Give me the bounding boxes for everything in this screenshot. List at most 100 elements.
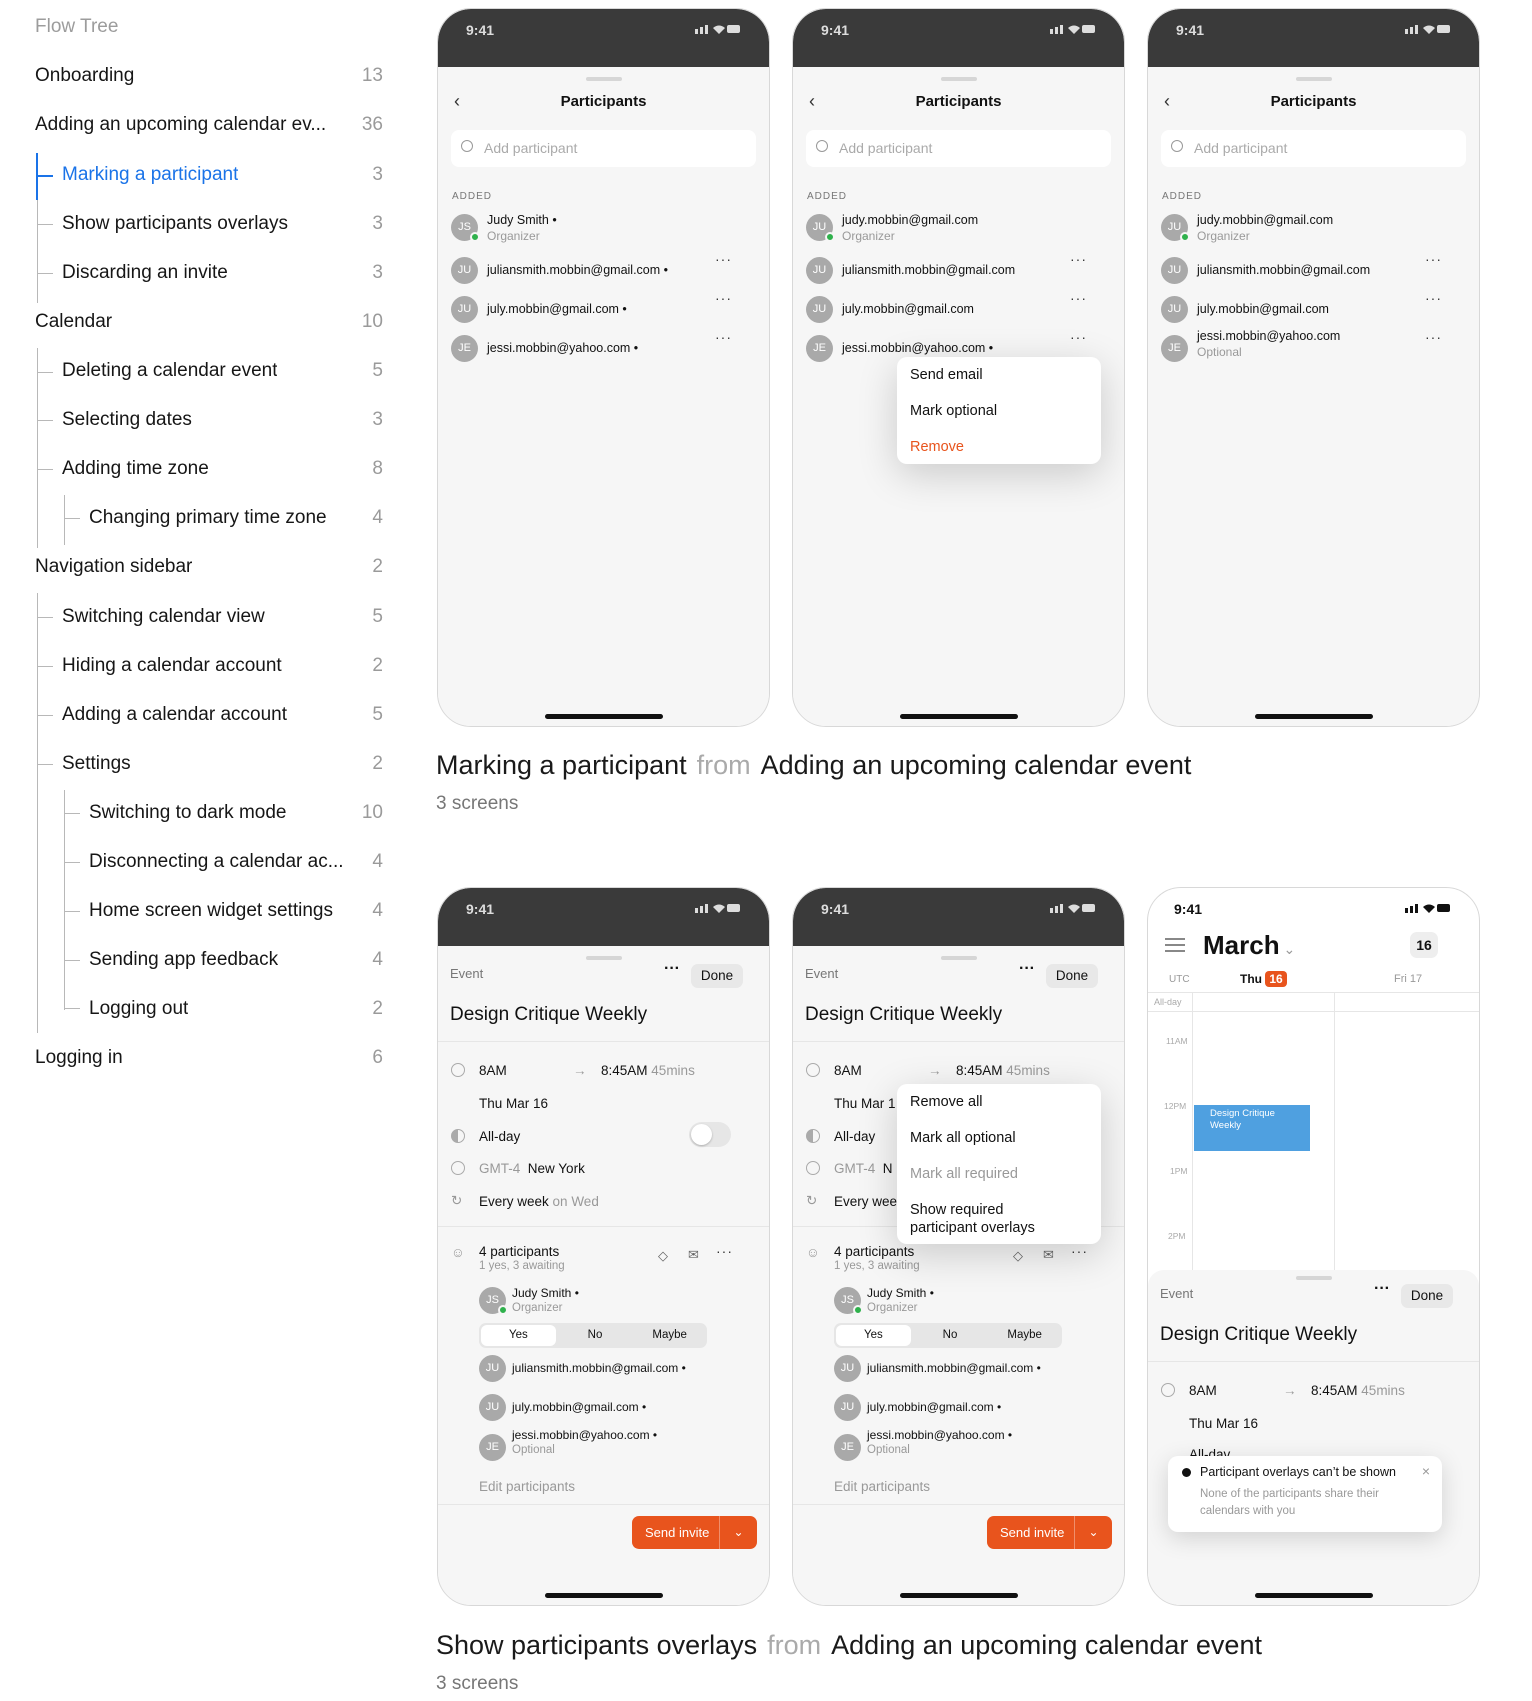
more-icon[interactable]: ··· xyxy=(716,1243,733,1259)
globe-icon xyxy=(806,1161,820,1175)
event-date[interactable]: Thu Mar 16 xyxy=(479,1096,548,1111)
edit-participants-link[interactable]: Edit participants xyxy=(479,1479,575,1494)
rsvp-segmented[interactable]: Yes No Maybe xyxy=(834,1323,1062,1348)
avatar: JU xyxy=(451,296,478,323)
search-input[interactable]: Add participant xyxy=(1161,130,1466,167)
tree-item-hiding-account[interactable]: Hiding a calendar account 2 xyxy=(62,646,383,686)
more-icon[interactable]: ··· xyxy=(1019,960,1035,978)
menu-item-remove-all[interactable]: Remove all xyxy=(910,1094,983,1110)
participant-name: Judy Smith • xyxy=(487,213,557,227)
menu-item-remove[interactable]: Remove xyxy=(910,439,964,455)
participants-count: 4 participants xyxy=(479,1244,560,1259)
menu-item-mark-all-optional[interactable]: Mark all optional xyxy=(910,1130,1016,1146)
done-button[interactable]: Done xyxy=(691,964,743,988)
status-icons xyxy=(695,25,740,34)
layers-icon[interactable]: ◇ xyxy=(658,1248,668,1264)
avatar: JS xyxy=(479,1287,508,1315)
participant-email: jessi.mobbin@yahoo.com • xyxy=(487,341,639,355)
search-icon xyxy=(461,140,473,152)
tree-item-switching-view[interactable]: Switching calendar view 5 xyxy=(62,597,383,637)
menu-item-mark-optional[interactable]: Mark optional xyxy=(910,403,997,419)
phone-screen-participants-2: 9:41 ‹ Participants Add participant ADDE… xyxy=(792,8,1125,727)
clock-icon xyxy=(451,1063,465,1077)
tree-item-logging-in[interactable]: Logging in 6 xyxy=(35,1038,383,1078)
toast-notification: Participant overlays can’t be shown × No… xyxy=(1168,1456,1442,1532)
rsvp-segmented[interactable]: Yes No Maybe xyxy=(479,1323,707,1348)
tree-item-selecting-dates[interactable]: Selecting dates 3 xyxy=(62,400,383,440)
tree-item-dark-mode[interactable]: Switching to dark mode 10 xyxy=(89,793,383,833)
rsvp-maybe[interactable]: Maybe xyxy=(632,1323,707,1348)
menu-item-show-overlays[interactable]: Show required xyxy=(910,1202,1004,1218)
tree-item-navigation-sidebar[interactable]: Navigation sidebar 2 xyxy=(35,547,383,587)
rsvp-no[interactable]: No xyxy=(558,1323,633,1348)
tree-item-adding-event[interactable]: Adding an upcoming calendar ev... 36 xyxy=(35,105,383,145)
more-icon[interactable]: ··· xyxy=(1070,329,1087,345)
mail-icon[interactable]: ✉ xyxy=(688,1247,699,1263)
more-icon[interactable]: ··· xyxy=(1374,1280,1390,1298)
event-title: Design Critique Weekly xyxy=(450,1004,648,1025)
section-caption: Show participants overlays from Adding an … xyxy=(436,1630,1262,1660)
close-icon[interactable]: × xyxy=(1422,1463,1430,1479)
menu-item-send-email[interactable]: Send email xyxy=(910,367,983,383)
send-invite-button[interactable]: Send invite ⌄ xyxy=(987,1516,1112,1549)
avatar: JS xyxy=(451,214,480,242)
repeat[interactable]: Every week on Wed xyxy=(479,1194,599,1209)
tree-item-discarding-invite[interactable]: Discarding an invite 3 xyxy=(62,253,383,293)
more-icon[interactable]: ··· xyxy=(664,960,680,978)
person-icon: ☺ xyxy=(451,1245,465,1260)
tree-item-settings[interactable]: Settings 2 xyxy=(62,744,383,784)
participant-context-menu: Send email Mark optional Remove xyxy=(897,357,1101,464)
tree-item-marking-participant[interactable]: Marking a participant 3 xyxy=(62,155,383,195)
phone-screen-participants-3: 9:41 ‹ Participants Add participant ADDE… xyxy=(1147,8,1480,727)
page-title: Participants xyxy=(915,93,1002,110)
tree-item-widget-settings[interactable]: Home screen widget settings 4 xyxy=(89,891,383,931)
allday-toggle[interactable] xyxy=(689,1122,731,1147)
allday-label: All-day xyxy=(479,1129,521,1144)
participants-options-menu: Remove all Mark all optional Mark all re… xyxy=(897,1084,1101,1244)
search-icon xyxy=(816,140,828,152)
mail-icon[interactable]: ✉ xyxy=(1043,1247,1054,1263)
status-time: 9:41 xyxy=(466,22,495,38)
month-title[interactable]: March ⌄ xyxy=(1203,930,1295,961)
calendar-event[interactable]: Design Critique Weekly xyxy=(1194,1105,1310,1151)
send-invite-button[interactable]: Send invite ⌄ xyxy=(632,1516,757,1549)
timezone[interactable]: GMT-4 New York xyxy=(479,1161,585,1176)
today-button[interactable]: 16 xyxy=(1410,932,1438,958)
more-icon[interactable]: ··· xyxy=(1070,251,1087,267)
phone-screen-participants-1: 9:41 ‹ Participants Add participant ADDE… xyxy=(437,8,770,727)
phone-screen-event-2: 9:41 Event ··· Done Design Critique Week… xyxy=(792,887,1125,1606)
tree-item-logging-out[interactable]: Logging out 2 xyxy=(89,989,383,1029)
phone-screen-event-1: 9:41 Event ··· Done Design Critique Week… xyxy=(437,887,770,1606)
more-icon[interactable]: ··· xyxy=(1425,290,1442,306)
search-input[interactable]: Add participant xyxy=(806,130,1111,167)
end-time[interactable]: 8:45AM xyxy=(601,1063,648,1078)
more-icon[interactable]: ··· xyxy=(715,290,732,306)
tree-item-changing-time-zone[interactable]: Changing primary time zone 4 xyxy=(89,498,383,538)
tree-item-deleting-event[interactable]: Deleting a calendar event 5 xyxy=(62,351,383,391)
search-input[interactable]: Add participant xyxy=(451,130,756,167)
layers-icon[interactable]: ◇ xyxy=(1013,1248,1023,1264)
more-icon[interactable]: ··· xyxy=(1071,1243,1088,1259)
tree-item-adding-time-zone[interactable]: Adding time zone 8 xyxy=(62,449,383,489)
tree-item-disconnecting[interactable]: Disconnecting a calendar ac... 4 xyxy=(89,842,383,882)
section-caption: Marking a participant from Adding an upcom… xyxy=(436,750,1192,780)
arrow-right-icon: → xyxy=(573,1063,587,1078)
more-icon[interactable]: ··· xyxy=(715,251,732,267)
more-icon[interactable]: ··· xyxy=(1425,251,1442,267)
tree-item-adding-account[interactable]: Adding a calendar account 5 xyxy=(62,695,383,735)
menu-icon[interactable] xyxy=(1165,938,1185,952)
tree-item-feedback[interactable]: Sending app feedback 4 xyxy=(89,940,383,980)
tree-item-onboarding[interactable]: Onboarding 13 xyxy=(35,56,383,96)
tree-item-calendar[interactable]: Calendar 10 xyxy=(35,302,383,342)
page-title: Participants xyxy=(560,93,647,110)
done-button[interactable]: Done xyxy=(1401,1284,1453,1308)
section-label: ADDED xyxy=(452,191,493,202)
done-button[interactable]: Done xyxy=(1046,964,1098,988)
more-icon[interactable]: ··· xyxy=(1070,290,1087,306)
flow-tree-title: Flow Tree xyxy=(35,16,119,37)
tree-item-show-overlays[interactable]: Show participants overlays 3 xyxy=(62,204,383,244)
rsvp-yes[interactable]: Yes xyxy=(481,1325,556,1346)
start-time[interactable]: 8AM xyxy=(479,1063,507,1078)
more-icon[interactable]: ··· xyxy=(1425,329,1442,345)
more-icon[interactable]: ··· xyxy=(715,329,732,345)
